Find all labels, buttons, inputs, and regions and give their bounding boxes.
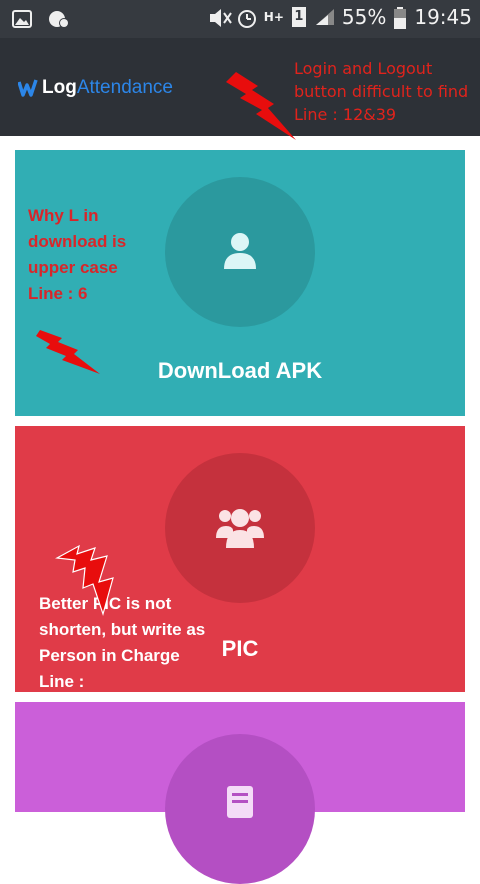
pic-note-line-4: Line : <box>39 672 85 691</box>
download-note-line-1: Why L in <box>28 206 99 225</box>
third-menu-card[interactable] <box>15 702 465 884</box>
group-icon <box>216 506 264 550</box>
download-note-line-2: download is <box>28 232 127 251</box>
sim-slot-label: 1 <box>294 9 304 24</box>
header-note-line-1: Login and Logout <box>294 59 433 78</box>
app-notification-icon <box>48 9 69 29</box>
status-bar: H+ 1 55% 19:45 <box>0 0 480 38</box>
brand-logo[interactable]: LogAttendance <box>18 77 173 99</box>
annotation-arrow-icon <box>226 68 298 144</box>
third-icon-circle <box>165 734 315 884</box>
header-annotation: Login and Logout button difficult to fin… <box>294 57 468 126</box>
download-note-line-3: upper case <box>28 258 118 277</box>
pic-note-line-3: Person in Charge <box>39 646 180 665</box>
pic-icon-circle <box>165 453 315 603</box>
mute-icon <box>208 7 232 27</box>
alarm-icon <box>236 7 256 28</box>
header-note-line-2: button difficult to find <box>294 82 469 101</box>
logo-icon <box>18 79 38 97</box>
annotation-arrow-icon <box>36 328 102 376</box>
download-icon-circle <box>165 177 315 327</box>
brand-attendance-text: Attendance <box>76 77 173 98</box>
annotation-arrow-icon <box>55 544 121 618</box>
download-note-line-4: Line : 6 <box>28 284 88 303</box>
battery-icon <box>394 7 407 29</box>
header-note-line-3: Line : 12&39 <box>294 105 397 124</box>
pic-note-line-2: shorten, but write as <box>39 620 206 639</box>
download-annotation: Why L in download is upper case Line : 6 <box>28 203 126 307</box>
network-icon: H+ <box>263 10 284 24</box>
signal-icon <box>314 7 334 27</box>
user-icon <box>222 231 258 271</box>
document-icon <box>223 784 259 824</box>
clock: 19:45 <box>414 5 472 29</box>
image-icon <box>12 9 32 29</box>
sim-icon: 1 <box>291 7 306 27</box>
brand-log-text: Log <box>42 77 77 98</box>
battery-percent: 55% <box>341 5 387 29</box>
